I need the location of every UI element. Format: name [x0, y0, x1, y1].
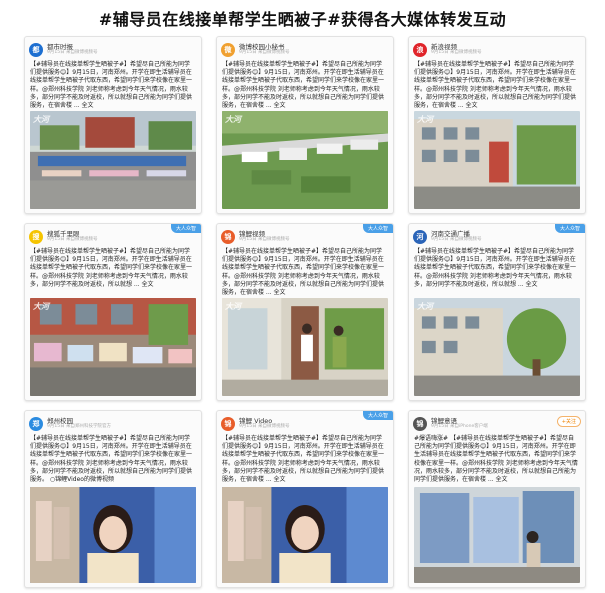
post-meta: 9月15日 来自微博视频号 — [431, 50, 482, 55]
post-meta: 9月15日 来自微博视频号 — [239, 424, 290, 429]
video-thumbnail[interactable]: 大河 — [222, 298, 388, 396]
video-thumbnail[interactable]: 大河 — [414, 111, 580, 209]
post-header: 搜 搜狐千里眼 9月15日 来自微博视频号 — [25, 224, 201, 246]
broadcaster-logo: 大河 — [225, 302, 241, 311]
video-thumbnail[interactable] — [30, 487, 196, 583]
quilts-on-rail-image — [30, 298, 196, 396]
sohu-avatar-icon[interactable]: 搜 — [29, 229, 43, 244]
post-meta: 9月15日 来自微博视频号 — [47, 50, 98, 55]
quote-avatar-icon[interactable]: 锦 — [413, 416, 427, 431]
radio-avatar-icon[interactable]: 河 — [413, 229, 427, 244]
broadcaster-logo: 大河 — [225, 115, 241, 124]
news-avatar-icon[interactable]: 都 — [29, 42, 43, 57]
post-header: 锦 锦鲤 Video 9月15日 来自微博视频号 — [217, 411, 393, 433]
post-text: 【#辅导员在线接单帮学生晒被子#】希望尽自己所能为同学们提供服务😊】9月15日，… — [30, 248, 193, 288]
video-thumbnail[interactable] — [414, 487, 580, 583]
video-thumbnail[interactable] — [222, 487, 388, 583]
post-meta: 9月15日 来自微博视频号 — [431, 237, 482, 242]
broadcaster-logo: 大河 — [33, 115, 49, 124]
post-text: 【#辅导员在线接单帮学生晒被子#】希望尽自己所能为同学们提供服务😊】9月15日，… — [30, 61, 193, 109]
post-meta: 9月15日 来自郑州科技学院官方 — [47, 424, 112, 429]
video-avatar-icon[interactable]: 锦 — [221, 416, 235, 431]
sina-avatar-icon[interactable]: 浪 — [413, 42, 427, 57]
video-thumbnail[interactable]: 大河 — [222, 111, 388, 209]
post-header: 都 都市时报 9月15日 来自微博视频号 — [25, 37, 201, 59]
broadcaster-logo: 大河 — [33, 302, 49, 311]
video-avatar-icon[interactable]: 锦 — [221, 229, 235, 244]
post-text: 【#辅导员在线接单帮学生晒被子#】希望尽自己所能为同学们提供服务😊】9月15日，… — [414, 248, 577, 288]
weibo-post-card[interactable]: 大人众智 锦 锦鲤视频 9月15日 来自微博视频号 【#辅导员在线接单帮学生晒被… — [216, 223, 394, 401]
post-header: 郑 郑州校园 9月15日 来自郑州科技学院官方 — [25, 411, 201, 433]
post-header: 锦 锦鲤意语 9月15日 来自iPhone客户端 +关注 — [409, 411, 585, 433]
post-header: 锦 锦鲤视频 9月15日 来自微博视频号 — [217, 224, 393, 246]
building-tree-image — [414, 298, 580, 396]
post-header: 河 河南交通广播 9月15日 来自微博视频号 — [409, 224, 585, 246]
weibo-post-card[interactable]: 浪 新浪视频 9月15日 来自微博视频号 【#辅导员在线接单帮学生晒被子#】希望… — [408, 36, 586, 214]
interview-image — [222, 487, 388, 583]
post-meta: 9月15日 来自微博视频号 — [239, 237, 290, 242]
weibo-post-card[interactable]: 都 都市时报 9月15日 来自微博视频号 【#辅导员在线接单帮学生晒被子#】希望… — [24, 36, 202, 214]
video-thumbnail[interactable]: 大河 — [30, 298, 196, 396]
weibo-post-card[interactable]: 锦 锦鲤意语 9月15日 来自iPhone客户端 +关注 #爆语嗨涨# 【#辅导… — [408, 410, 586, 588]
post-meta: 9月15日 来自微博视频号 — [47, 237, 98, 242]
interview-image — [30, 487, 196, 583]
post-header: 微 微博校园小秘书 9月15日 来自微博视频号 — [217, 37, 393, 59]
post-meta: 9月15日 来自微博视频号 — [239, 50, 290, 55]
weibo-post-card[interactable]: 大人众智 搜 搜狐千里眼 9月15日 来自微博视频号 【#辅导员在线接单帮学生晒… — [24, 223, 202, 401]
post-text: 【#辅导员在线接单帮学生晒被子#】希望尽自己所能为同学们提供服务😊】9月15日，… — [222, 435, 385, 484]
weibo-post-card[interactable]: 郑 郑州校园 9月15日 来自郑州科技学院官方 【#辅导员在线接单帮学生晒被子#… — [24, 410, 202, 588]
post-text: 【#辅导员在线接单帮学生晒被子#】希望尽自己所能为同学们提供服务😊】9月15日，… — [414, 61, 577, 109]
school-avatar-icon[interactable]: 郑 — [29, 416, 43, 431]
hanging-quilts-image — [414, 487, 580, 583]
video-thumbnail[interactable]: 大河 — [414, 298, 580, 396]
campus-yard-image — [30, 111, 196, 209]
weibo-post-card[interactable]: 大人众智 河 河南交通广播 9月15日 来自微博视频号 【#辅导员在线接单帮学生… — [408, 223, 586, 401]
post-grid: 都 都市时报 9月15日 来自微博视频号 【#辅导员在线接单帮学生晒被子#】希望… — [24, 36, 586, 588]
dorm-building-image — [414, 111, 580, 209]
video-thumbnail[interactable]: 大河 — [30, 111, 196, 209]
post-text: #爆语嗨涨# 【#辅导员在线接单帮学生晒被子#】希望尽自己所能为同学们提供服务😊… — [414, 435, 578, 484]
dorm-hallway-image — [222, 298, 388, 396]
post-text: 【#辅导员在线接单帮学生晒被子#】希望尽自己所能为同学们提供服务😊】9月15日，… — [222, 248, 385, 296]
weibo-post-card[interactable]: 微 微博校园小秘书 9月15日 来自微博视频号 【#辅导员在线接单帮学生晒被子#… — [216, 36, 394, 214]
campus-avatar-icon[interactable]: 微 — [221, 42, 235, 57]
page-title: #辅导员在线接单帮学生晒被子#获得各大媒体转发互动 — [98, 10, 507, 29]
weibo-post-card[interactable]: 大人众智 锦 锦鲤 Video 9月15日 来自微博视频号 【#辅导员在线接单帮… — [216, 410, 394, 588]
post-header: 浪 新浪视频 9月15日 来自微博视频号 — [409, 37, 585, 59]
post-meta: 9月15日 来自iPhone客户端 — [431, 424, 488, 429]
broadcaster-logo: 大河 — [417, 115, 433, 124]
post-text: 【#辅导员在线接单帮学生晒被子#】希望尽自己所能为同学们提供服务😊】9月15日，… — [30, 435, 193, 484]
follow-button[interactable]: +关注 — [556, 416, 581, 427]
post-text: 【#辅导员在线接单帮学生晒被子#】希望尽自己所能为同学们提供服务😊】9月15日，… — [222, 61, 385, 109]
broadcaster-logo: 大河 — [417, 302, 433, 311]
lawn-bedding-image — [222, 111, 388, 209]
